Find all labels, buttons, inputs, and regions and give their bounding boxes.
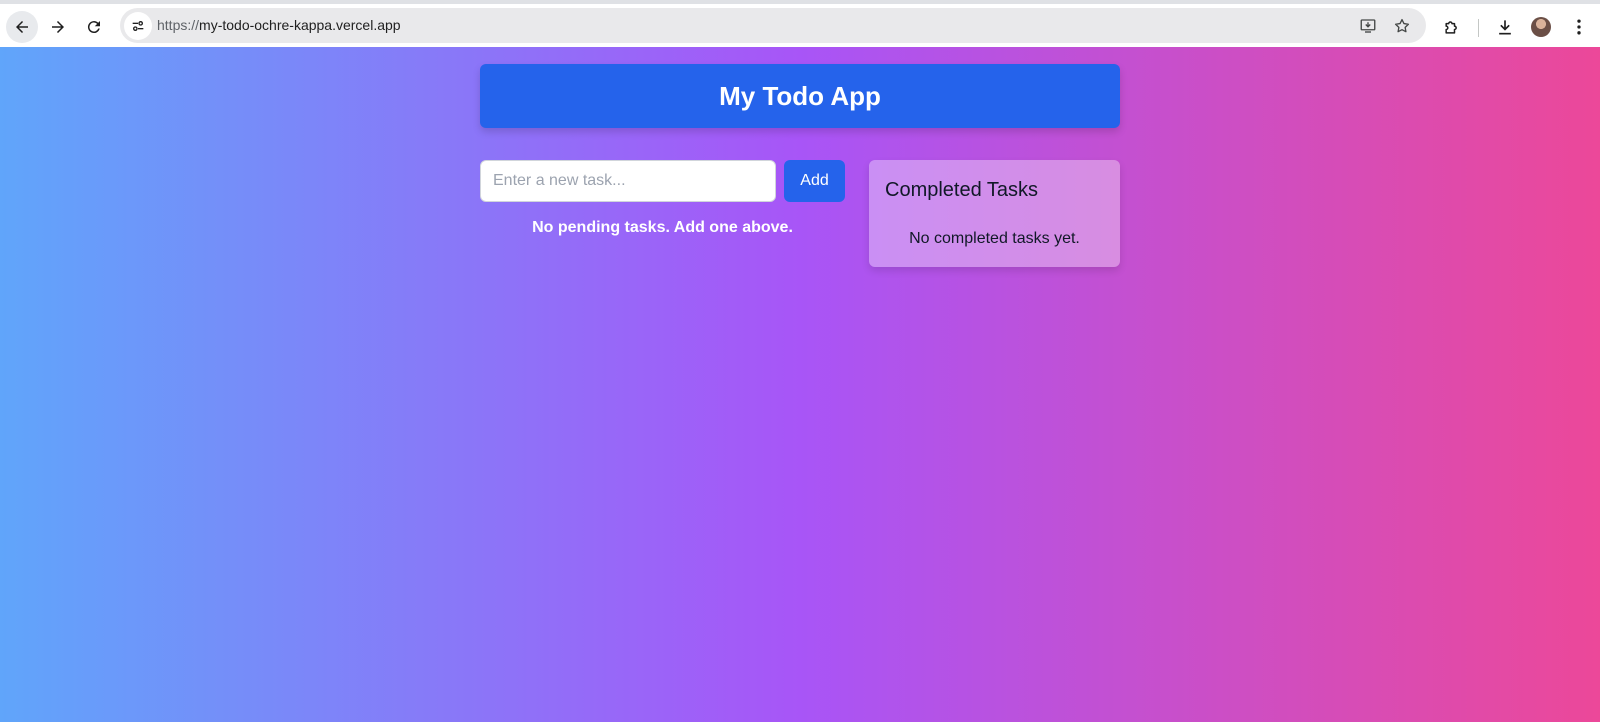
toolbar-divider bbox=[1478, 19, 1479, 37]
address-bar[interactable]: https://my-todo-ochre-kappa.vercel.app bbox=[120, 8, 1426, 43]
no-pending-message: No pending tasks. Add one above. bbox=[532, 219, 793, 236]
app-header: My Todo App bbox=[480, 64, 1120, 128]
back-arrow-icon[interactable] bbox=[6, 11, 38, 43]
completed-tasks-heading: Completed Tasks bbox=[885, 179, 1039, 201]
reload-icon[interactable] bbox=[78, 11, 110, 43]
page-viewport: My Todo App Add No pending tasks. Add on… bbox=[0, 47, 1600, 722]
page-title: My Todo App bbox=[719, 80, 881, 111]
add-task-button[interactable]: Add bbox=[784, 160, 845, 202]
url-text[interactable]: https://my-todo-ochre-kappa.vercel.app bbox=[157, 17, 401, 33]
no-completed-message: No completed tasks yet. bbox=[909, 230, 1080, 247]
browser-toolbar: https://my-todo-ochre-kappa.vercel.app bbox=[0, 0, 1600, 47]
profile-avatar[interactable] bbox=[1531, 17, 1551, 37]
url-host: my-todo-ochre-kappa.vercel.app bbox=[199, 17, 401, 33]
extensions-puzzle-icon[interactable] bbox=[1439, 14, 1465, 40]
new-task-input[interactable] bbox=[480, 160, 776, 202]
bookmark-star-icon[interactable] bbox=[1390, 14, 1414, 38]
download-icon[interactable] bbox=[1492, 14, 1518, 40]
forward-arrow-icon[interactable] bbox=[42, 11, 74, 43]
completed-tasks-panel: Completed Tasks No completed tasks yet. bbox=[869, 160, 1120, 267]
install-app-icon[interactable] bbox=[1356, 14, 1380, 38]
site-info-icon[interactable] bbox=[124, 12, 152, 40]
kebab-menu-icon[interactable] bbox=[1566, 14, 1592, 40]
url-scheme: https:// bbox=[157, 17, 200, 33]
